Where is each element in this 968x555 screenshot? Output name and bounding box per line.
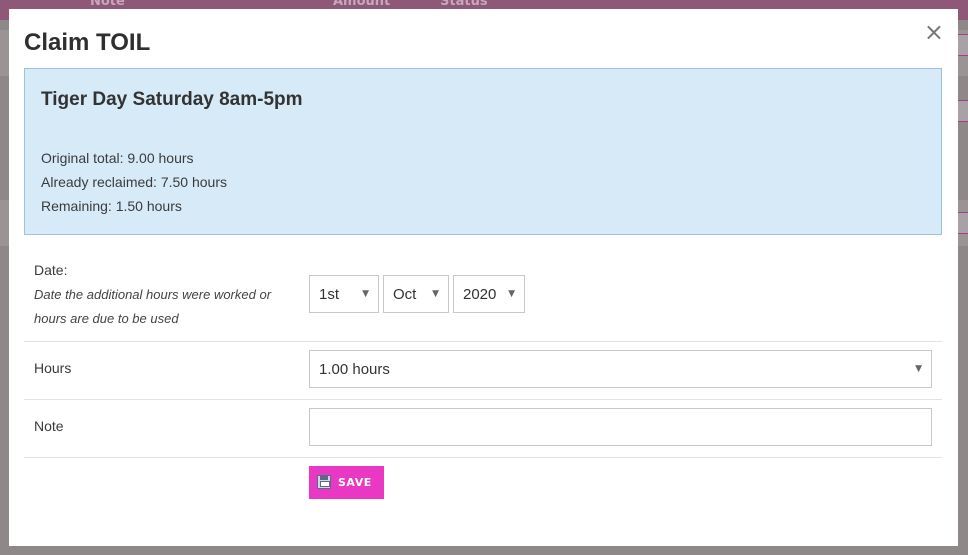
close-icon[interactable]: × (924, 20, 944, 44)
year-select[interactable]: 2020 ▼ (453, 275, 525, 313)
day-select-value: 1st (319, 286, 340, 303)
chevron-down-icon: ▼ (362, 289, 369, 299)
day-select[interactable]: 1st ▼ (309, 275, 379, 313)
claim-toil-modal: Claim TOIL × Tiger Day Saturday 8am-5pm … (9, 9, 958, 546)
note-label: Note (34, 418, 64, 434)
date-hint: Date the additional hours were worked or… (34, 287, 272, 326)
chevron-down-icon: ▼ (432, 289, 439, 299)
month-select[interactable]: Oct ▼ (383, 275, 449, 313)
background-column-note: Note (90, 0, 125, 9)
background-column-status: Status (440, 0, 488, 9)
original-total-text: Original total: 9.00 hours (41, 150, 194, 166)
chevron-down-icon: ▼ (508, 289, 515, 299)
remaining-text: Remaining: 1.50 hours (41, 198, 182, 214)
hours-select-value: 1.00 hours (319, 361, 390, 378)
save-button[interactable]: SAVE (309, 466, 384, 499)
month-select-value: Oct (393, 286, 417, 303)
hours-label: Hours (34, 360, 72, 376)
year-select-value: 2020 (463, 286, 497, 303)
date-row: Date: Date the additional hours were wor… (24, 252, 942, 342)
hours-row: Hours 1.00 hours ▼ (24, 342, 942, 400)
save-button-label: SAVE (338, 476, 372, 489)
floppy-disk-icon (317, 475, 331, 489)
hours-select[interactable]: 1.00 hours ▼ (309, 350, 932, 388)
note-input[interactable] (309, 408, 932, 446)
date-label: Date: (34, 262, 68, 278)
toil-event-title: Tiger Day Saturday 8am-5pm (41, 89, 303, 110)
chevron-down-icon: ▼ (915, 364, 922, 374)
toil-info-panel: Tiger Day Saturday 8am-5pm Original tota… (24, 68, 942, 235)
note-row: Note (24, 400, 942, 458)
background-column-amount: Amount (333, 0, 391, 9)
modal-title: Claim TOIL (24, 29, 151, 56)
already-reclaimed-text: Already reclaimed: 7.50 hours (41, 174, 227, 190)
